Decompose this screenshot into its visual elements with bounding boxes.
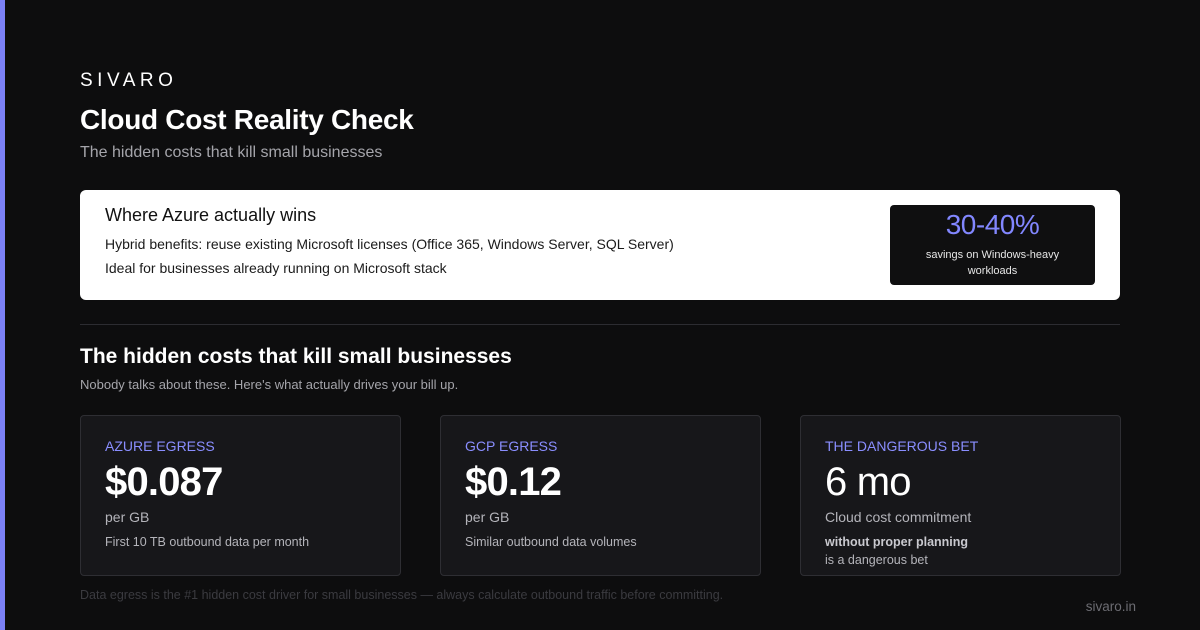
stat-value: $0.12: [465, 460, 562, 504]
site-url: sivaro.in: [1085, 599, 1136, 614]
stat-unit: per GB: [465, 509, 510, 525]
savings-badge: 30-40% savings on Windows-heavy workload…: [890, 205, 1095, 285]
stat-value: $0.087: [105, 460, 223, 504]
stat-unit: Cloud cost commitment: [825, 509, 972, 525]
stat-card-azure-egress: AZURE EGRESS $0.087 per GB First 10 TB o…: [80, 415, 401, 576]
stat-note: without proper planning is a dangerous b…: [825, 533, 1035, 569]
page: SIVARO Cloud Cost Reality Check The hidd…: [0, 0, 1200, 630]
stat-card-gcp-egress: GCP EGRESS $0.12 per GB Similar outbound…: [440, 415, 761, 576]
page-subtitle: The hidden costs that kill small busines…: [80, 144, 383, 161]
footnote: Data egress is the #1 hidden cost driver…: [80, 588, 724, 602]
stat-card-dangerous-bet: THE DANGEROUS BET 6 mo Cloud cost commit…: [800, 415, 1121, 576]
section-divider: [80, 324, 1120, 325]
section-subtitle: Nobody talks about these. Here's what ac…: [80, 377, 459, 392]
section-title: The hidden costs that kill small busines…: [80, 345, 512, 368]
savings-value: 30-40%: [945, 209, 1040, 240]
azure-card-microsoft-stack: Ideal for businesses already running on …: [105, 260, 447, 276]
stat-label: GCP EGRESS: [465, 438, 558, 454]
azure-card-hybrid-benefits: Hybrid benefits: reuse existing Microsof…: [105, 236, 674, 252]
stat-value: 6 mo: [825, 460, 912, 504]
azure-card-heading: Where Azure actually wins: [105, 205, 317, 225]
stat-label: AZURE EGRESS: [105, 438, 215, 454]
stat-unit: per GB: [105, 509, 150, 525]
stat-note-text: is a dangerous bet: [825, 553, 928, 567]
stat-note: Similar outbound data volumes: [465, 535, 637, 549]
stat-label: THE DANGEROUS BET: [825, 438, 979, 454]
savings-caption: savings on Windows-heavy workloads: [925, 249, 1060, 277]
azure-wins-card: Where Azure actually wins Hybrid benefit…: [80, 190, 1120, 300]
accent-bar: [0, 0, 5, 630]
page-title: Cloud Cost Reality Check: [80, 104, 414, 135]
brand-name: SIVARO: [80, 70, 178, 91]
stat-note: First 10 TB outbound data per month: [105, 535, 310, 549]
stat-note-emphasis: without proper planning: [825, 535, 969, 549]
